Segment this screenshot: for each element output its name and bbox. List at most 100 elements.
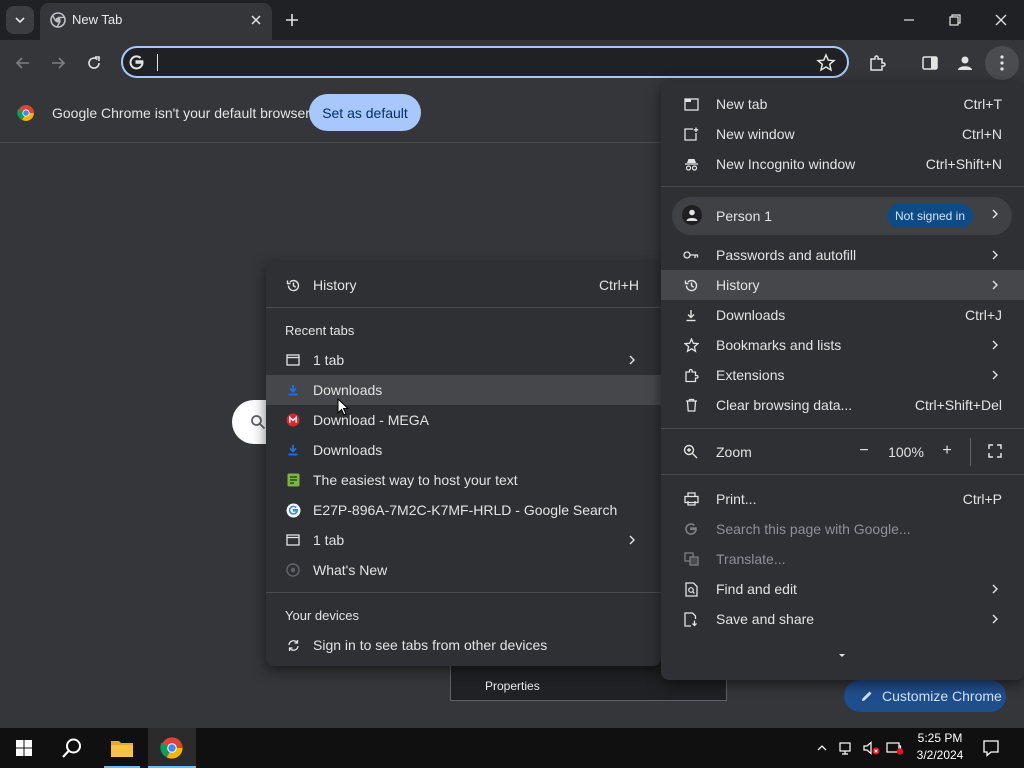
recent-tab-item[interactable]: Downloads bbox=[266, 375, 661, 405]
history-menu-item[interactable]: History bbox=[661, 270, 1024, 300]
set-as-default-button[interactable]: Set as default bbox=[309, 94, 421, 131]
recent-tab-label: 1 tab bbox=[313, 352, 345, 368]
chevron-down-icon bbox=[15, 17, 25, 24]
clock-time: 5:25 PM bbox=[917, 731, 963, 745]
recent-tab-item[interactable]: E27P-896A-7M2C-K7MF-HRLD - Google Search bbox=[266, 495, 661, 525]
restore-button[interactable] bbox=[932, 0, 978, 40]
new-incognito-shortcut: Ctrl+Shift+N bbox=[925, 156, 1002, 172]
print-shortcut: Ctrl+P bbox=[962, 491, 1002, 507]
clear-data-menu-item[interactable]: Clear browsing data... Ctrl+Shift+Del bbox=[661, 390, 1024, 420]
search-icon bbox=[250, 414, 266, 430]
new-window-item[interactable]: New window Ctrl+N bbox=[661, 119, 1024, 149]
recent-tab-item[interactable]: Downloads bbox=[266, 435, 661, 465]
your-devices-heading: Your devices bbox=[285, 608, 359, 623]
tab-close-button[interactable] bbox=[248, 12, 264, 28]
recent-tab-item[interactable]: The easiest way to host your text bbox=[266, 465, 661, 495]
restore-icon bbox=[949, 14, 961, 26]
translate-icon bbox=[683, 551, 699, 567]
customize-chrome-button[interactable]: Customize Chrome bbox=[844, 680, 1006, 712]
print-menu-item[interactable]: Print... Ctrl+P bbox=[661, 484, 1024, 514]
reload-icon bbox=[88, 56, 100, 69]
recent-tab-item[interactable]: 1 tab bbox=[266, 525, 661, 555]
history-item[interactable]: History Ctrl+H bbox=[266, 270, 661, 300]
chevron-right-icon bbox=[992, 209, 998, 219]
separator bbox=[661, 428, 1024, 429]
side-panel-button[interactable] bbox=[919, 52, 941, 74]
notification-icon[interactable] bbox=[982, 739, 1000, 757]
chevron-right-icon bbox=[992, 614, 998, 624]
mouse-cursor-icon bbox=[337, 398, 349, 416]
bookmarks-menu-label: Bookmarks and lists bbox=[716, 337, 842, 353]
zoom-divider bbox=[970, 438, 971, 466]
recent-tab-item[interactable]: What's New bbox=[266, 555, 661, 585]
fullscreen-button[interactable] bbox=[988, 444, 1004, 460]
address-input[interactable] bbox=[160, 52, 804, 74]
recent-tab-label: Download - MEGA bbox=[313, 412, 429, 428]
translate-item[interactable]: Translate... bbox=[661, 544, 1024, 574]
chevron-right-icon bbox=[992, 340, 998, 350]
person-icon bbox=[958, 56, 972, 70]
new-tab-button[interactable] bbox=[283, 11, 301, 29]
recent-tab-label: Downloads bbox=[313, 442, 383, 458]
recent-tab-label: The easiest way to host your text bbox=[313, 472, 518, 488]
zoom-out-button[interactable]: − bbox=[853, 440, 875, 462]
new-tab-icon bbox=[683, 96, 699, 112]
tab-search-button[interactable] bbox=[6, 6, 34, 34]
clear-data-shortcut: Ctrl+Shift+Del bbox=[914, 397, 1002, 413]
scroll-down-arrow-icon[interactable] bbox=[837, 652, 847, 660]
new-window-label: New window bbox=[716, 126, 795, 142]
recent-tab-item[interactable]: 1 tab bbox=[266, 345, 661, 375]
start-button[interactable] bbox=[0, 728, 48, 768]
volume-muted-icon[interactable] bbox=[862, 740, 880, 756]
new-incognito-item[interactable]: New Incognito window Ctrl+Shift+N bbox=[661, 149, 1024, 179]
forward-button[interactable] bbox=[46, 51, 70, 75]
main-menu-mid: Passwords and autofill History Downloads… bbox=[661, 240, 1024, 420]
recent-tab-item[interactable]: Download - MEGA bbox=[266, 405, 661, 435]
chrome-favicon-icon bbox=[50, 12, 66, 28]
close-icon bbox=[995, 14, 1007, 26]
chrome-taskbar-button[interactable] bbox=[148, 728, 196, 768]
taskbar-clock[interactable]: 5:25 PM 3/2/2024 bbox=[908, 730, 972, 764]
bookmarks-menu-item[interactable]: Bookmarks and lists bbox=[661, 330, 1024, 360]
reload-button[interactable] bbox=[82, 51, 106, 75]
bookmark-star-icon[interactable] bbox=[816, 53, 836, 73]
print-label: Print... bbox=[716, 491, 757, 507]
minimize-button[interactable] bbox=[886, 0, 932, 40]
extensions-button[interactable] bbox=[866, 52, 888, 74]
back-button[interactable] bbox=[11, 51, 35, 75]
passwords-label: Passwords and autofill bbox=[716, 247, 857, 263]
chevron-up-icon[interactable] bbox=[816, 742, 828, 754]
passwords-item[interactable]: Passwords and autofill bbox=[661, 240, 1024, 270]
history-submenu: History Ctrl+H Recent tabs 1 tab Downloa… bbox=[266, 262, 661, 666]
profile-button[interactable] bbox=[954, 52, 976, 74]
taskbar-search-button[interactable] bbox=[48, 728, 96, 768]
find-edit-item[interactable]: Find and edit bbox=[661, 574, 1024, 604]
separator bbox=[266, 592, 661, 593]
find-page-icon bbox=[683, 581, 699, 597]
file-explorer-button[interactable] bbox=[98, 728, 146, 768]
battery-warning-icon[interactable] bbox=[886, 740, 904, 756]
history-label: History bbox=[313, 277, 357, 293]
person-icon bbox=[686, 209, 698, 221]
recent-tab-label: E27P-896A-7M2C-K7MF-HRLD - Google Search bbox=[313, 502, 618, 518]
network-icon[interactable] bbox=[838, 740, 854, 756]
zoom-in-button[interactable]: + bbox=[936, 440, 958, 462]
search-with-google-item[interactable]: Search this page with Google... bbox=[661, 514, 1024, 544]
trash-icon bbox=[683, 397, 699, 413]
new-window-shortcut: Ctrl+N bbox=[961, 126, 1002, 142]
window-icon bbox=[285, 532, 301, 548]
extensions-menu-item[interactable]: Extensions bbox=[661, 360, 1024, 390]
sign-in-devices-item[interactable]: Sign in to see tabs from other devices bbox=[266, 630, 661, 660]
side-panel-icon bbox=[922, 56, 938, 70]
window-icon bbox=[285, 352, 301, 368]
new-tab-item[interactable]: New tab Ctrl+T bbox=[661, 89, 1024, 119]
close-window-button[interactable] bbox=[978, 0, 1024, 40]
save-share-item[interactable]: Save and share bbox=[661, 604, 1024, 634]
download-icon bbox=[683, 307, 699, 323]
minimize-icon bbox=[904, 19, 914, 21]
context-menu-properties[interactable]: Properties bbox=[485, 679, 540, 693]
separator bbox=[661, 186, 1024, 187]
downloads-menu-item[interactable]: Downloads Ctrl+J bbox=[661, 300, 1024, 330]
search-with-google-label: Search this page with Google... bbox=[716, 521, 911, 537]
pencil-icon bbox=[862, 691, 872, 701]
